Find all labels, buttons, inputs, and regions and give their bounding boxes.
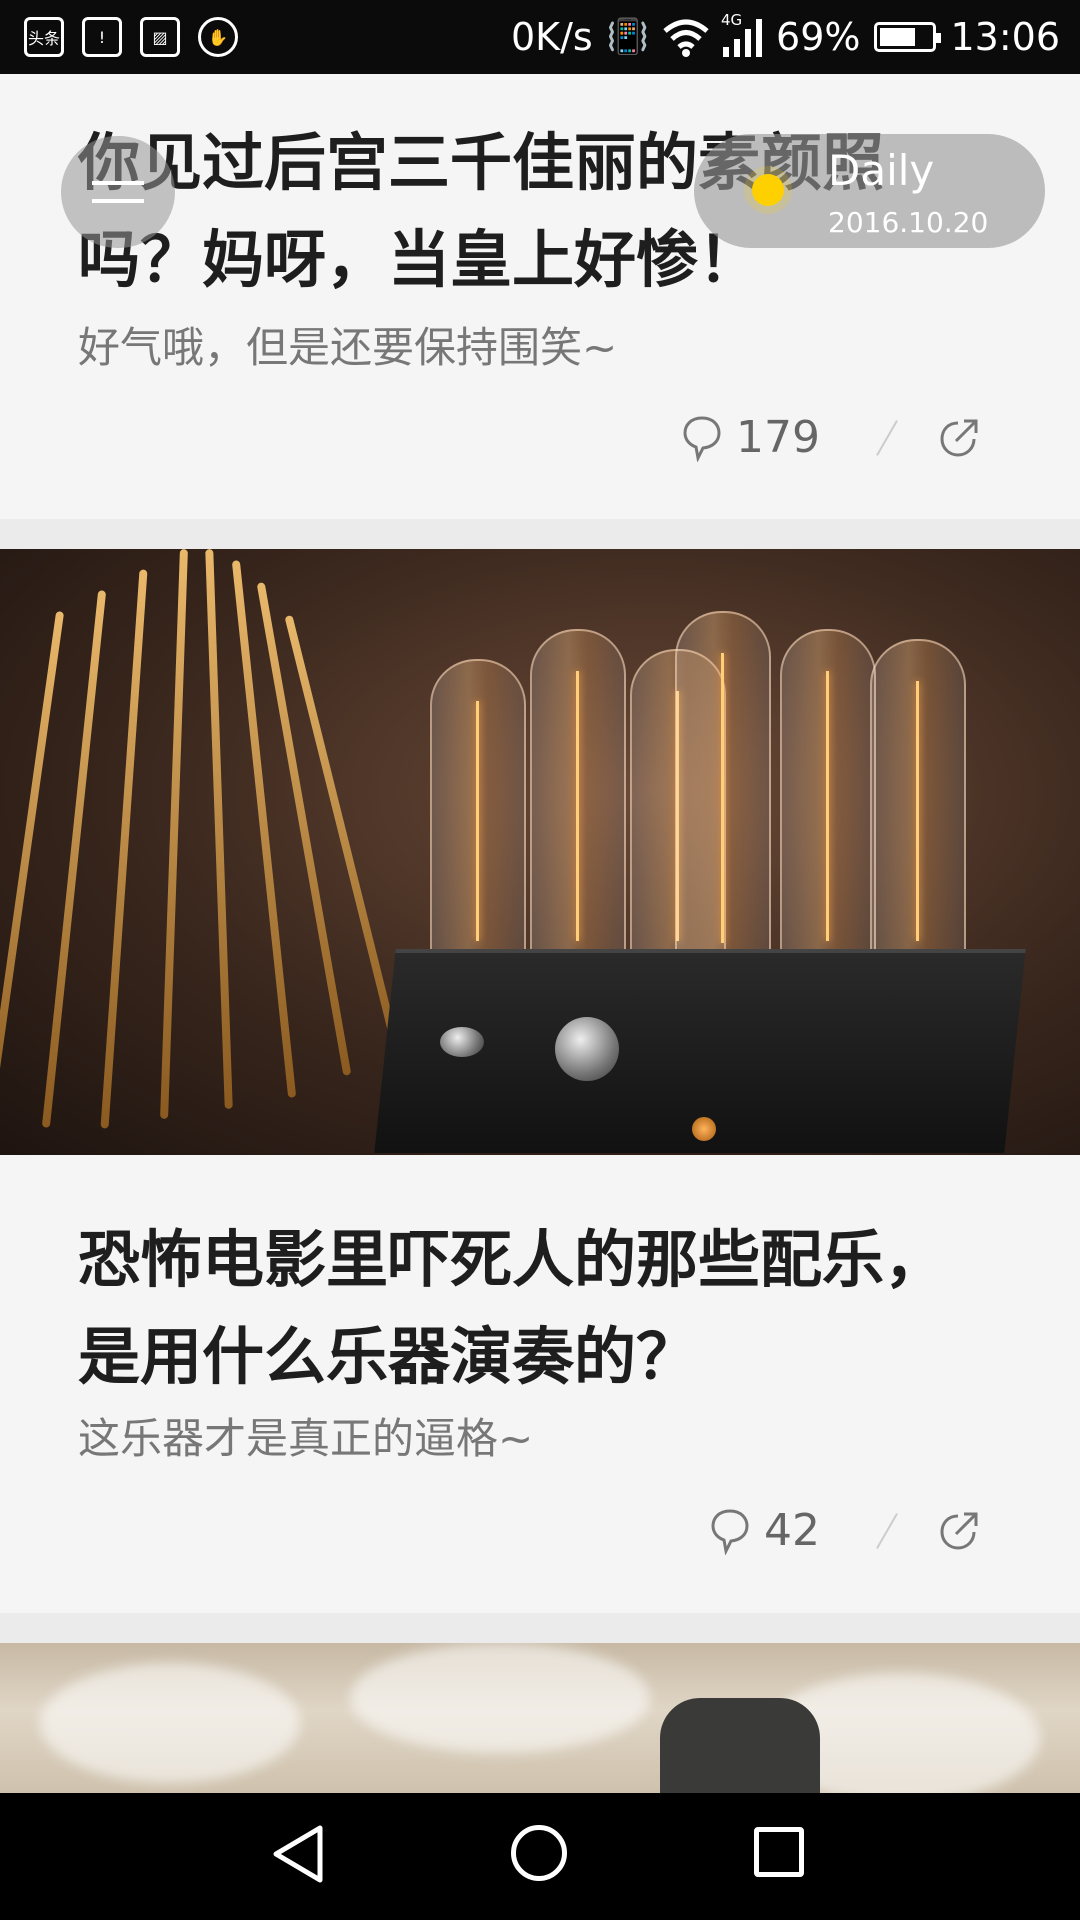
article-card[interactable]: 恐怖电影里吓死人的那些配乐， 是用什么乐器演奏的？ 这乐器才是真正的逼格~ 42	[0, 1155, 1080, 1613]
article-subtitle: 好气哦，但是还要保持围笑~	[78, 323, 618, 372]
article-title-line: 是用什么乐器演奏的？	[78, 1320, 699, 1393]
article-title[interactable]: 恐怖电影里吓死人的那些配乐， 是用什么乐器演奏的？	[78, 1211, 1018, 1405]
comment-icon[interactable]	[710, 1507, 750, 1555]
article-image[interactable]	[0, 1643, 1080, 1793]
navigation-bar	[0, 1793, 1080, 1920]
net-speed: 0K/s	[510, 15, 593, 59]
hand-icon: ✋	[198, 17, 238, 57]
article-title-line: 恐怖电影里吓死人的那些配乐，	[78, 1223, 947, 1296]
recent-apps-icon[interactable]	[754, 1827, 804, 1877]
image-icon: ▨	[140, 17, 180, 57]
battery-fill	[880, 28, 916, 46]
daily-date: 2016.10.20	[828, 206, 989, 239]
share-icon[interactable]	[938, 417, 980, 459]
article-meta: 179	[682, 412, 980, 463]
menu-icon-line	[92, 199, 144, 203]
meta-divider	[876, 419, 898, 456]
meta-divider	[876, 1512, 898, 1549]
back-icon[interactable]	[270, 1823, 326, 1885]
wifi-icon	[663, 19, 709, 57]
daily-label: Daily	[828, 146, 935, 195]
comment-icon[interactable]	[682, 414, 722, 462]
clock: 13:06	[950, 15, 1060, 59]
status-right: 0K/s 📳 4G 69% 13:06	[510, 11, 1060, 59]
article-image[interactable]	[0, 549, 1080, 1155]
home-icon[interactable]	[511, 1825, 567, 1881]
battery-percent: 69%	[776, 15, 861, 59]
menu-icon-line	[92, 181, 144, 185]
article-meta: 42	[710, 1505, 980, 1556]
battery-alert-icon: !	[82, 17, 122, 57]
status-left-icons: 头条 ! ▨ ✋	[24, 17, 238, 57]
status-bar: 头条 ! ▨ ✋ 0K/s 📳 4G 69% 13:06	[0, 0, 1080, 74]
sun-icon	[752, 174, 784, 206]
share-icon[interactable]	[938, 1510, 980, 1552]
menu-button[interactable]	[61, 136, 175, 248]
network-type: 4G	[721, 11, 743, 29]
signal-icon: 4G	[721, 11, 763, 57]
card-separator	[0, 519, 1080, 549]
article-subtitle: 这乐器才是真正的逼格~	[78, 1414, 534, 1463]
comment-count: 179	[736, 412, 820, 463]
vibrate-icon: 📳	[606, 17, 650, 57]
toutiao-app-icon: 头条	[24, 17, 64, 57]
card-separator	[0, 1613, 1080, 1643]
battery-icon	[874, 22, 942, 52]
comment-count: 42	[764, 1505, 820, 1556]
